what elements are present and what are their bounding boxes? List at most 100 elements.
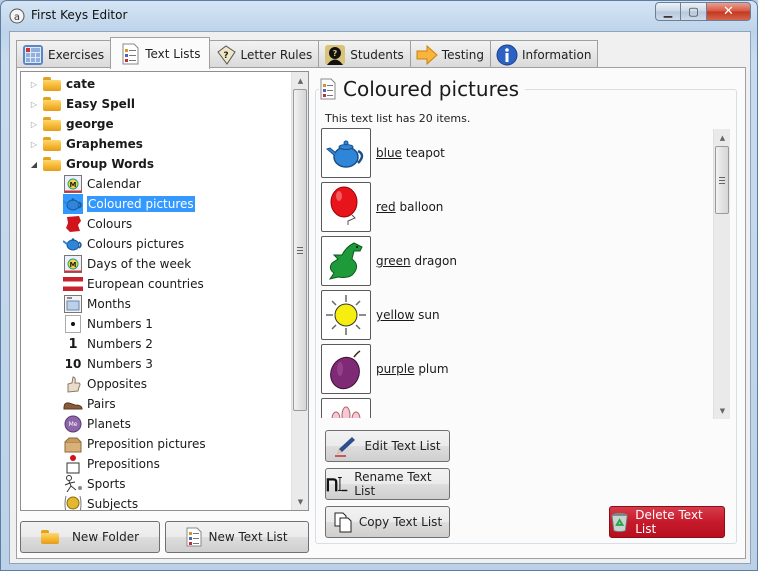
- tree-folder[interactable]: ▷ cate: [29, 74, 95, 94]
- item-noun: plum: [414, 362, 449, 376]
- planet-icon: Me: [63, 414, 83, 434]
- calendar-icon: M: [63, 254, 83, 274]
- tree-item[interactable]: M Days of the week: [63, 254, 191, 274]
- edit-text-list-button[interactable]: Edit Text List: [325, 430, 450, 462]
- green-dragon-picture: [321, 236, 371, 286]
- items-scrollbar[interactable]: ▲ ▼: [713, 129, 730, 419]
- number-ten-icon: 10: [64, 357, 82, 371]
- tab-label: Text Lists: [145, 46, 201, 61]
- expand-arrow-icon[interactable]: ▷: [29, 100, 39, 109]
- tree-item[interactable]: M Calendar: [63, 174, 141, 194]
- tree-item[interactable]: European countries: [63, 274, 204, 294]
- tree-item[interactable]: Subjects: [63, 494, 139, 511]
- scroll-down-arrow-icon[interactable]: ▼: [714, 402, 731, 419]
- svg-text:?: ?: [223, 51, 228, 61]
- text-list-icon: [186, 527, 202, 547]
- tree-folder[interactable]: ▷ Graphemes: [29, 134, 143, 154]
- expand-arrow-icon[interactable]: ▷: [29, 140, 39, 149]
- list-item[interactable]: blue teapot: [321, 126, 445, 180]
- tree-item[interactable]: Months: [63, 294, 131, 314]
- scrollbar-thumb[interactable]: [293, 89, 307, 411]
- yellow-sun-picture: [321, 290, 371, 340]
- new-text-list-button[interactable]: New Text List: [165, 521, 309, 553]
- tree-item[interactable]: Prepositions: [63, 454, 160, 474]
- tree-item[interactable]: Sports: [63, 474, 125, 494]
- tab-text-lists[interactable]: Text Lists: [110, 37, 210, 69]
- app-logo-icon: a: [9, 8, 25, 24]
- tab-letter-rules[interactable]: ? Letter Rules: [208, 40, 320, 68]
- new-folder-button[interactable]: New Folder: [20, 521, 160, 553]
- tree-item-label: Prepositions: [87, 457, 160, 471]
- tree-item[interactable]: Preposition pictures: [63, 434, 206, 454]
- scroll-up-arrow-icon[interactable]: ▲: [714, 129, 731, 146]
- list-item[interactable]: red balloon: [321, 180, 443, 234]
- tree-item[interactable]: Colours pictures: [63, 234, 184, 254]
- svg-text:?: ?: [333, 49, 338, 58]
- teapot-icon: [63, 194, 83, 214]
- tree-item[interactable]: Colours: [63, 214, 132, 234]
- tree-item[interactable]: Numbers 1: [63, 314, 153, 334]
- svg-text:M: M: [70, 181, 77, 189]
- text-list-tree[interactable]: ▷ cate ▷ Easy Spell ▷ george ▷ Graphemes ◢ Group …: [20, 71, 309, 511]
- tree-item[interactable]: Coloured pictures: [63, 194, 195, 214]
- list-item[interactable]: purple plum: [321, 342, 449, 396]
- text-list-items[interactable]: blue teapot red balloon green dragon yellow…: [321, 126, 727, 418]
- scrollbar-thumb[interactable]: [715, 146, 729, 214]
- title-bar[interactable]: a First Keys Editor ▁ ▢ ✕: [1, 1, 757, 31]
- tree-scrollbar[interactable]: ▲ ▼: [291, 72, 308, 510]
- red-balloon-picture: [321, 182, 371, 232]
- flag-icon: [63, 274, 83, 294]
- box-icon: [63, 434, 83, 454]
- button-label: Copy Text List: [358, 515, 443, 529]
- tree-folder-label: Easy Spell: [66, 97, 136, 111]
- tree-folder[interactable]: ▷ george: [29, 114, 114, 134]
- item-color-word: blue: [376, 146, 402, 160]
- collapse-arrow-icon[interactable]: ◢: [29, 160, 39, 169]
- tree-item-label: Subjects: [87, 497, 139, 511]
- grip-icon: [297, 246, 303, 254]
- list-item-partial[interactable]: [321, 396, 376, 418]
- list-item[interactable]: yellow sun: [321, 288, 440, 342]
- tree-item-label: Sports: [87, 477, 126, 491]
- purple-plum-picture: [321, 344, 371, 394]
- recycle-bin-icon: [611, 512, 628, 533]
- tree-item-label: Numbers 3: [87, 357, 153, 371]
- tree-item-label: Planets: [87, 417, 131, 431]
- tab-information[interactable]: Information: [489, 40, 599, 68]
- scroll-down-arrow-icon[interactable]: ▼: [292, 493, 308, 510]
- tree-item-label: Months: [87, 297, 131, 311]
- minimize-button[interactable]: ▁: [655, 2, 681, 21]
- item-color-word: green: [376, 254, 411, 268]
- close-icon: ✕: [723, 4, 734, 19]
- text-list-icon: [122, 43, 139, 64]
- tree-folder[interactable]: ◢ Group Words: [29, 154, 154, 174]
- scroll-up-arrow-icon[interactable]: ▲: [292, 72, 308, 89]
- item-noun: teapot: [401, 146, 445, 160]
- expand-arrow-icon[interactable]: ▷: [29, 120, 39, 129]
- tree-item[interactable]: 10 Numbers 3: [63, 354, 153, 374]
- item-noun: balloon: [395, 200, 444, 214]
- tree-item[interactable]: Me Planets: [63, 414, 131, 434]
- flower-picture: [321, 398, 371, 418]
- close-button[interactable]: ✕: [707, 2, 751, 21]
- thumbs-up-icon: [63, 374, 83, 394]
- tree-item[interactable]: 1 Numbers 2: [63, 334, 152, 354]
- info-icon: [496, 44, 518, 65]
- rename-text-list-button[interactable]: Rename Text List: [325, 468, 450, 500]
- folder-icon: [40, 529, 61, 545]
- delete-text-list-button[interactable]: Delete Text List: [609, 506, 725, 538]
- expand-arrow-icon[interactable]: ▷: [29, 80, 39, 89]
- tree-item[interactable]: Pairs: [63, 394, 116, 414]
- tree-folder[interactable]: ▷ Easy Spell: [29, 94, 135, 114]
- tab-students[interactable]: ? Students: [318, 40, 411, 68]
- list-item[interactable]: green dragon: [321, 234, 457, 288]
- number-one-icon: 1: [68, 336, 78, 352]
- item-noun: sun: [414, 308, 440, 322]
- tab-exercises[interactable]: Exercises: [16, 40, 112, 68]
- tab-testing[interactable]: Testing: [409, 40, 491, 68]
- copy-text-list-button[interactable]: Copy Text List: [325, 506, 450, 538]
- maximize-button[interactable]: ▢: [681, 2, 707, 21]
- svg-text:a: a: [14, 12, 20, 23]
- tree-item-label: Calendar: [87, 177, 141, 191]
- tree-item[interactable]: Opposites: [63, 374, 147, 394]
